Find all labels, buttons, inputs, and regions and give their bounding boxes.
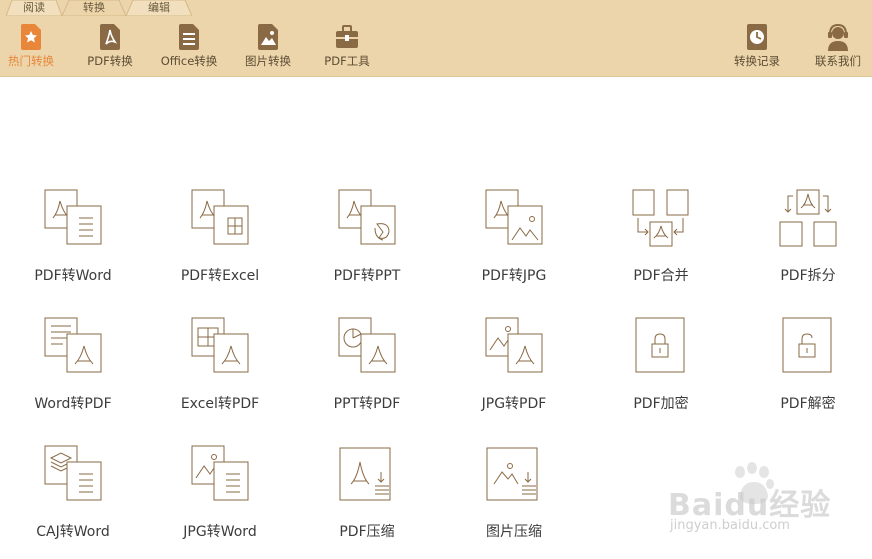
tool-pdf-encrypt[interactable]: PDF加密 xyxy=(606,316,716,431)
pdf-to-jpg-icon xyxy=(485,189,543,245)
pdf-to-word-icon xyxy=(44,189,102,245)
image-file-icon xyxy=(258,24,278,50)
tool-jpg-to-word[interactable]: JPG转Word xyxy=(165,444,275,559)
toolbar-contact[interactable]: 联系我们 xyxy=(810,22,866,72)
toolbar-history[interactable]: 转换记录 xyxy=(730,22,784,72)
toolbox-icon xyxy=(336,25,358,48)
ribbon-tabs: 阅读 转换 编辑 xyxy=(0,0,872,16)
tool-label: Excel转PDF xyxy=(180,396,260,412)
tool-label: PDF转JPG xyxy=(481,268,547,284)
word-to-pdf-icon xyxy=(44,317,102,373)
headset-icon xyxy=(828,23,848,51)
pdf-to-excel-icon xyxy=(191,189,249,245)
tool-jpg-to-pdf[interactable]: JPG转PDF xyxy=(459,316,569,431)
tool-word-to-pdf[interactable]: Word转PDF xyxy=(18,316,128,431)
tool-label: PDF转Excel xyxy=(180,268,260,284)
toolbar-hot-convert-label: 热门转换 xyxy=(8,54,54,68)
tool-label: PDF合并 xyxy=(633,268,689,284)
watermark-url: jingyan.baidu.com xyxy=(670,518,790,533)
image-compress-icon xyxy=(486,447,538,501)
tool-ppt-to-pdf[interactable]: PPT转PDF xyxy=(312,316,422,431)
pdf-decrypt-unlock-icon xyxy=(782,317,832,373)
pdf-merge-icon xyxy=(632,189,689,247)
tab-read[interactable]: 阅读 xyxy=(6,0,62,16)
tool-pdf-merge[interactable]: PDF合并 xyxy=(606,188,716,303)
tab-convert[interactable]: 转换 xyxy=(62,0,126,16)
excel-to-pdf-icon xyxy=(191,317,249,373)
tool-image-compress[interactable]: 图片压缩 xyxy=(459,444,569,559)
clock-history-icon xyxy=(747,24,767,50)
tab-read-label: 阅读 xyxy=(23,1,45,14)
pdf-compress-icon xyxy=(339,447,391,501)
toolbar-image-convert-label: 图片转换 xyxy=(245,54,291,68)
toolbar-image-convert[interactable]: 图片转换 xyxy=(242,22,294,72)
pdf-encrypt-lock-icon xyxy=(635,317,685,373)
office-document-icon xyxy=(179,24,199,50)
hot-star-icon xyxy=(21,24,41,50)
tool-label: PDF加密 xyxy=(633,396,689,412)
pdf-split-icon xyxy=(779,189,837,247)
toolbar-pdf-tools-label: PDF工具 xyxy=(324,54,370,68)
baidu-watermark: Baidu经验 jingyan.baidu.com xyxy=(668,462,868,542)
ppt-to-pdf-icon xyxy=(338,317,396,373)
pdf-to-ppt-icon xyxy=(338,189,396,245)
toolbar-history-label: 转换记录 xyxy=(734,54,780,68)
toolbar-pdf-convert[interactable]: PDF转换 xyxy=(84,22,136,72)
tool-label: PDF转Word xyxy=(34,268,112,284)
toolbar-pdf-convert-label: PDF转换 xyxy=(87,54,133,68)
tool-label: JPG转Word xyxy=(183,524,257,540)
tool-label: CAJ转Word xyxy=(36,524,110,540)
tool-excel-to-pdf[interactable]: Excel转PDF xyxy=(165,316,275,431)
tab-convert-label: 转换 xyxy=(83,1,105,14)
tool-label: PDF拆分 xyxy=(780,268,836,284)
tool-pdf-to-excel[interactable]: PDF转Excel xyxy=(165,188,275,303)
tool-pdf-split[interactable]: PDF拆分 xyxy=(753,188,863,303)
toolbar-office-convert-label: Office转换 xyxy=(160,54,218,68)
tool-label: Word转PDF xyxy=(34,396,112,412)
tool-label: PPT转PDF xyxy=(333,396,401,412)
tool-pdf-decrypt[interactable]: PDF解密 xyxy=(753,316,863,431)
toolbar-hot-convert[interactable]: 热门转换 xyxy=(4,22,58,72)
tab-edit[interactable]: 编辑 xyxy=(126,0,192,16)
paw-logo-icon xyxy=(735,462,774,504)
tool-pdf-compress[interactable]: PDF压缩 xyxy=(312,444,422,559)
tool-pdf-to-jpg[interactable]: PDF转JPG xyxy=(459,188,569,303)
toolbar-pdf-tools[interactable]: PDF工具 xyxy=(322,22,372,72)
top-toolbar: 阅读 转换 编辑 热门转换 PDF转换 Office转换 图片转换 PDF工具 … xyxy=(0,0,872,77)
tool-label: PDF压缩 xyxy=(339,524,395,540)
watermark-title: Baidu经验 xyxy=(668,488,832,523)
jpg-to-word-icon xyxy=(191,445,249,501)
tool-caj-to-word[interactable]: CAJ转Word xyxy=(18,444,128,559)
caj-to-word-icon xyxy=(44,445,102,501)
tool-label: PDF转PPT xyxy=(333,268,401,284)
tool-label: 图片压缩 xyxy=(486,524,542,540)
tab-edit-label: 编辑 xyxy=(148,1,170,14)
jpg-to-pdf-icon xyxy=(485,317,543,373)
pdf-file-icon xyxy=(100,24,120,50)
toolbar-contact-label: 联系我们 xyxy=(815,54,861,68)
tool-label: JPG转PDF xyxy=(481,396,547,412)
toolbar-office-convert[interactable]: Office转换 xyxy=(160,22,218,72)
tool-pdf-to-ppt[interactable]: PDF转PPT xyxy=(312,188,422,303)
tool-label: PDF解密 xyxy=(780,396,836,412)
tool-pdf-to-word[interactable]: PDF转Word xyxy=(18,188,128,303)
